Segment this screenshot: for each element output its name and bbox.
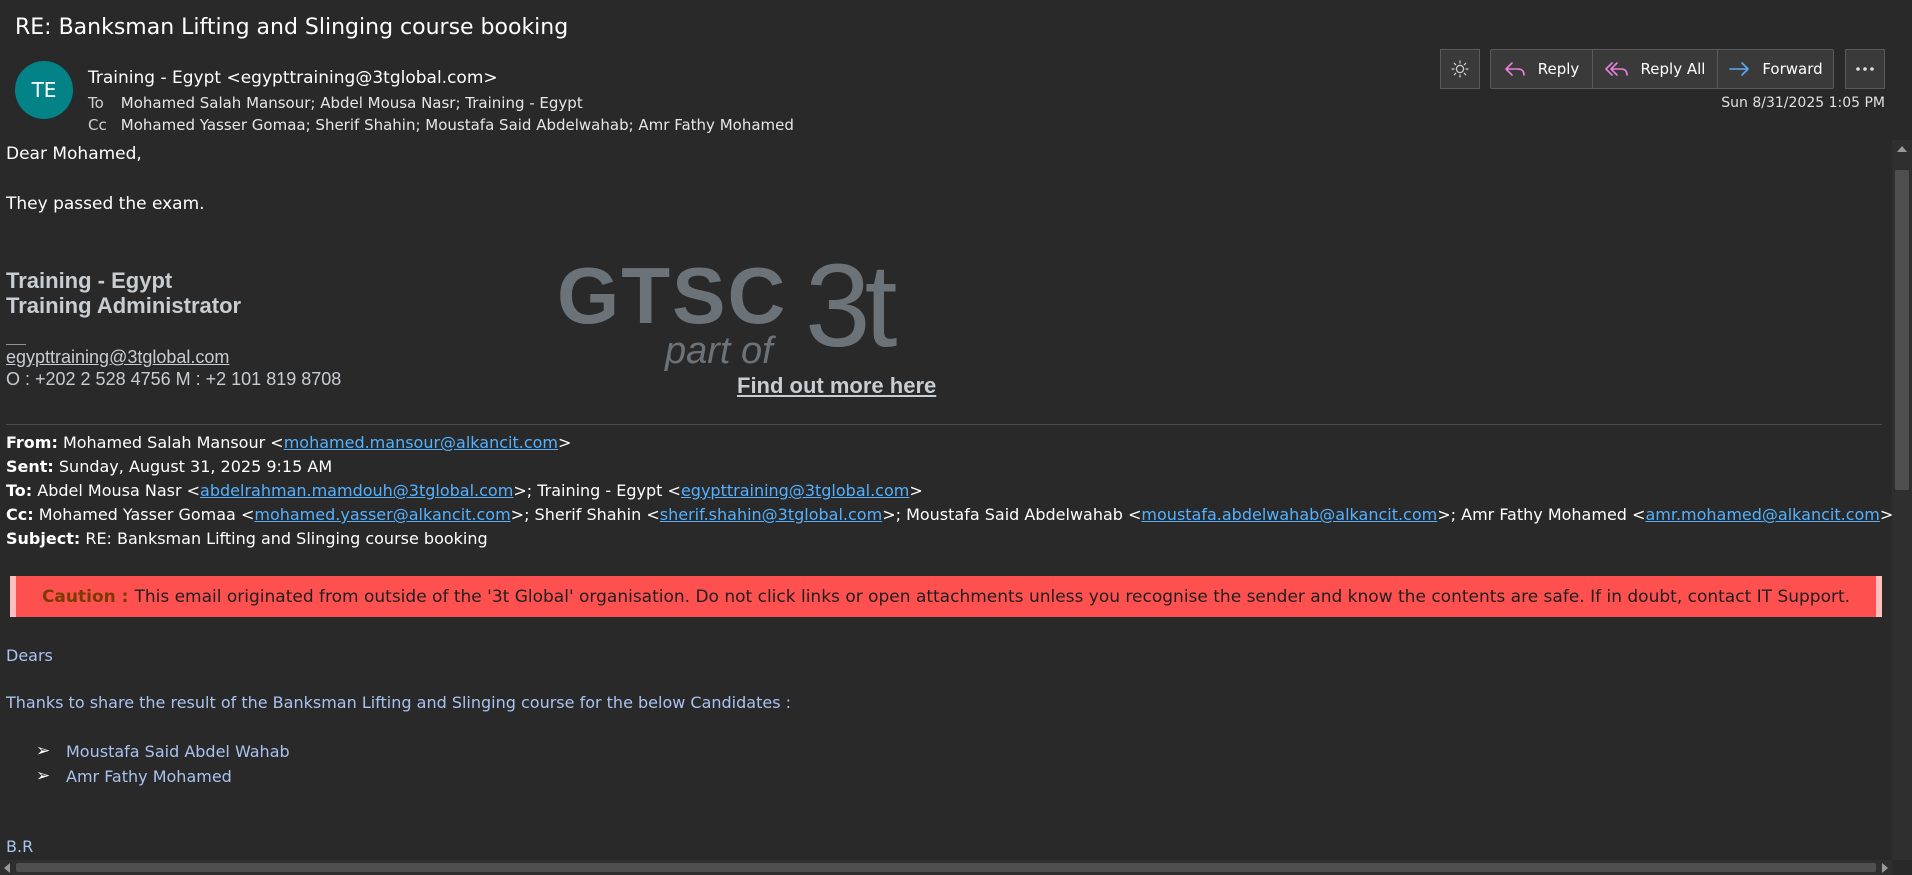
- quoted-from-email-link[interactable]: mohamed.mansour@alkancit.com: [284, 433, 558, 452]
- gtsc-logo: GTSC part of 3t: [557, 240, 937, 390]
- quoted-to-email-link[interactable]: egypttraining@3tglobal.com: [681, 481, 909, 500]
- quoted-from-end: >: [558, 433, 572, 452]
- reply-all-button[interactable]: Reply All: [1592, 49, 1718, 89]
- reply-all-label: Reply All: [1640, 60, 1706, 78]
- avatar-initials: TE: [31, 78, 57, 102]
- sent-date: Sun 8/31/2025 1:05 PM: [1721, 95, 1885, 111]
- forward-button[interactable]: Forward: [1717, 49, 1834, 89]
- quoted-cc-label: Cc:: [6, 505, 34, 524]
- quoted-sent-label: Sent:: [6, 457, 54, 476]
- email-subject: RE: Banksman Lifting and Slinging course…: [15, 15, 569, 40]
- quoted-to-name: Abdel Mousa Nasr <: [32, 481, 201, 500]
- arrow-bullet-icon: ➢: [36, 741, 51, 761]
- quoted-cc-email-link[interactable]: amr.mohamed@alkancit.com: [1645, 505, 1879, 524]
- email-reading-pane: RE: Banksman Lifting and Slinging course…: [0, 0, 1912, 875]
- quoted-cc-end: >: [1879, 505, 1892, 524]
- logo-part-of-text: part of: [665, 330, 773, 372]
- quoted-closing: B.R: [6, 837, 34, 856]
- vertical-scrollbar[interactable]: [1892, 140, 1912, 860]
- quoted-to-label: To:: [6, 481, 33, 500]
- cc-label: Cc: [88, 116, 107, 134]
- cc-recipients: Cc Mohamed Yasser Gomaa; Sherif Shahin; …: [88, 116, 794, 134]
- quoted-to-end: >: [909, 481, 923, 500]
- reply-arrow-icon: [1504, 62, 1525, 76]
- quoted-subject-value: RE: Banksman Lifting and Slinging course…: [80, 529, 488, 548]
- quoted-from: From: Mohamed Salah Mansour <mohamed.man…: [6, 433, 571, 452]
- greeting: Dear Mohamed,: [6, 144, 142, 164]
- forward-label: Forward: [1762, 60, 1823, 78]
- signature-phone: O : +202 2 528 4756 M : +2 101 819 8708: [6, 369, 342, 389]
- quoted-greeting: Dears: [6, 646, 53, 665]
- quoted-cc-name: >; Moustafa Said Abdelwahab <: [882, 505, 1142, 524]
- reply-label: Reply: [1537, 60, 1580, 78]
- quoted-cc-name: >; Amr Fathy Mohamed <: [1437, 505, 1646, 524]
- external-email-caution-banner: Caution : This email originated from out…: [10, 576, 1882, 617]
- quoted-cc-email-link[interactable]: mohamed.yasser@alkancit.com: [254, 505, 510, 524]
- theme-toggle-button[interactable]: [1440, 49, 1480, 89]
- quoted-body-text: Thanks to share the result of the Banksm…: [6, 693, 792, 712]
- sender-name[interactable]: Training - Egypt <egypttraining@3tglobal…: [88, 68, 498, 88]
- quoted-cc-email-link[interactable]: moustafa.abdelwahab@alkancit.com: [1141, 505, 1437, 524]
- quoted-sent-value: Sunday, August 31, 2025 9:15 AM: [53, 457, 333, 476]
- signature-email-link[interactable]: egypttraining@3tglobal.com: [6, 347, 229, 368]
- quoted-subject-label: Subject:: [6, 529, 81, 548]
- horizontal-scroll-thumb[interactable]: [16, 863, 1876, 872]
- to-label: To: [88, 94, 104, 112]
- scroll-right-icon[interactable]: [1882, 863, 1888, 873]
- candidate-name: Amr Fathy Mohamed: [66, 766, 232, 786]
- quoted-to-name: >; Training - Egypt <: [513, 481, 681, 500]
- list-item: ➢ Amr Fathy Mohamed: [36, 766, 232, 786]
- quoted-from-label: From:: [6, 433, 58, 452]
- cc-value[interactable]: Mohamed Yasser Gomaa; Sherif Shahin; Mou…: [121, 116, 794, 134]
- quoted-cc-name: >; Sherif Shahin <: [510, 505, 660, 524]
- quoted-divider: [6, 424, 1882, 425]
- quoted-cc-name: Mohamed Yasser Gomaa <: [33, 505, 255, 524]
- more-actions-button[interactable]: [1845, 49, 1885, 89]
- caution-text: This email originated from outside of th…: [134, 586, 1851, 607]
- candidate-name: Moustafa Said Abdel Wahab: [66, 741, 290, 761]
- to-value[interactable]: Mohamed Salah Mansour; Abdel Mousa Nasr;…: [121, 94, 583, 112]
- message-body: Dear Mohamed, They passed the exam. Trai…: [0, 140, 1892, 860]
- list-item: ➢ Moustafa Said Abdel Wahab: [36, 741, 290, 761]
- quoted-cc-email-link[interactable]: sherif.shahin@3tglobal.com: [660, 505, 882, 524]
- quoted-to: To: Abdel Mousa Nasr <abdelrahman.mamdou…: [6, 481, 923, 500]
- logo-3t-text: 3t: [805, 240, 897, 372]
- signature-title: Training Administrator: [6, 293, 242, 318]
- logo-gtsc-text: GTSC: [557, 251, 788, 340]
- sender-avatar[interactable]: TE: [15, 61, 73, 119]
- quoted-cc: Cc: Mohamed Yasser Gomaa <mohamed.yasser…: [6, 505, 1892, 524]
- arrow-bullet-icon: ➢: [36, 766, 51, 786]
- scroll-up-icon[interactable]: [1897, 146, 1907, 152]
- vertical-scroll-thumb[interactable]: [1895, 170, 1909, 490]
- find-out-more-link[interactable]: Find out more here: [737, 373, 936, 399]
- body-line: They passed the exam.: [6, 194, 205, 214]
- reply-button[interactable]: Reply: [1490, 49, 1593, 89]
- signature-divider: [6, 344, 26, 345]
- quoted-from-name: Mohamed Salah Mansour <: [57, 433, 284, 452]
- quoted-to-email-link[interactable]: abdelrahman.mamdouh@3tglobal.com: [200, 481, 513, 500]
- scroll-left-icon[interactable]: [4, 863, 10, 873]
- more-icon: [1856, 67, 1874, 71]
- caution-label: Caution :: [41, 586, 129, 607]
- quoted-subject: Subject: RE: Banksman Lifting and Slingi…: [6, 529, 488, 548]
- forward-arrow-icon: [1729, 62, 1750, 76]
- to-recipients: To Mohamed Salah Mansour; Abdel Mousa Na…: [88, 94, 583, 112]
- signature-name: Training - Egypt: [6, 268, 173, 293]
- sun-icon: [1451, 60, 1469, 78]
- horizontal-scrollbar[interactable]: [0, 860, 1892, 875]
- reply-all-icon: [1604, 62, 1628, 76]
- quoted-sent: Sent: Sunday, August 31, 2025 9:15 AM: [6, 457, 332, 476]
